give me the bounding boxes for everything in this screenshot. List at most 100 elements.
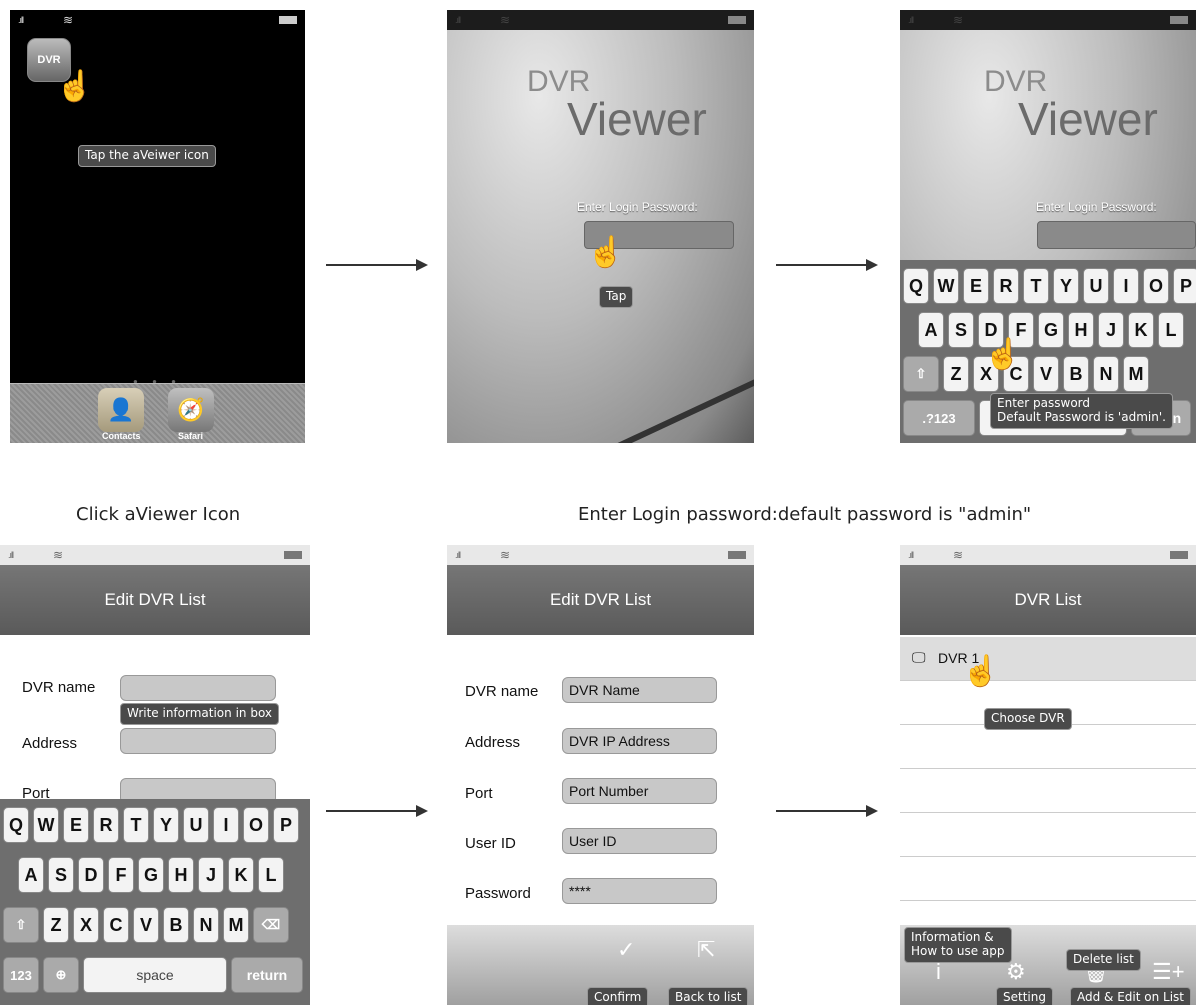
key-c[interactable]: C (103, 907, 129, 943)
contacts-label: Contacts (102, 431, 141, 441)
key-z[interactable]: Z (943, 356, 969, 392)
key-l[interactable]: L (258, 857, 284, 893)
nav-bar: Edit DVR List (447, 565, 754, 635)
globe-key-icon[interactable]: ⊕ (43, 957, 79, 993)
key-o[interactable]: O (243, 807, 269, 843)
wifi-icon: ≋ (500, 548, 511, 562)
info-tooltip-line-2: How to use app (911, 943, 1005, 958)
signal-icon: .ıll (455, 550, 461, 560)
keyboard-row-1: QWERTYUIOP (903, 268, 1196, 304)
wifi-icon: ≋ (953, 548, 964, 562)
key-n[interactable]: N (193, 907, 219, 943)
key-u[interactable]: U (1083, 268, 1109, 304)
key-a[interactable]: A (18, 857, 44, 893)
keyboard-row-3: ⇧ ZXCVBNM ⌫ (3, 907, 293, 943)
caption-login: Enter Login password:default password is… (578, 504, 1032, 525)
safari-app-icon[interactable]: 🧭 (168, 388, 214, 432)
key-g[interactable]: G (1038, 312, 1064, 348)
key-s[interactable]: S (48, 857, 74, 893)
gear-icon[interactable]: ⚙ (1006, 959, 1026, 985)
key-y[interactable]: Y (1053, 268, 1079, 304)
user-id-label: User ID (465, 835, 516, 852)
battery-icon (728, 551, 746, 559)
logo-viewer-text: Viewer (567, 93, 707, 145)
key-t[interactable]: T (123, 807, 149, 843)
address-label: Address (22, 735, 78, 752)
dvr-name-field[interactable]: DVR Name (562, 677, 717, 703)
dvr-name-field[interactable] (120, 675, 276, 701)
back-tooltip: Back to list (668, 987, 749, 1005)
key-z[interactable]: Z (43, 907, 69, 943)
list-item (900, 813, 1196, 857)
key-m[interactable]: M (1123, 356, 1149, 392)
password-input[interactable] (1037, 221, 1196, 249)
tooltip-line-1: Enter password (997, 396, 1090, 410)
space-key[interactable]: space (83, 957, 227, 993)
key-r[interactable]: R (93, 807, 119, 843)
key-e[interactable]: E (963, 268, 989, 304)
key-y[interactable]: Y (153, 807, 179, 843)
key-v[interactable]: V (133, 907, 159, 943)
list-item (900, 857, 1196, 901)
key-x[interactable]: X (73, 907, 99, 943)
key-h[interactable]: H (1068, 312, 1094, 348)
return-key[interactable]: return (231, 957, 303, 993)
key-b[interactable]: B (1063, 356, 1089, 392)
key-b[interactable]: B (163, 907, 189, 943)
number-mode-key[interactable]: 123 (3, 957, 39, 993)
keyboard-row-1: QWERTYUIOP (3, 807, 303, 843)
key-a[interactable]: A (918, 312, 944, 348)
key-p[interactable]: P (1173, 268, 1196, 304)
key-u[interactable]: U (183, 807, 209, 843)
list-item[interactable]: 🖵 DVR 1 (900, 637, 1196, 681)
user-id-field[interactable]: User ID (562, 828, 717, 854)
key-h[interactable]: H (168, 857, 194, 893)
edit-dvr-keyboard-screen: .ıll ≋ Edit DVR List DVR name Address Po… (0, 545, 310, 1005)
key-k[interactable]: K (228, 857, 254, 893)
key-p[interactable]: P (273, 807, 299, 843)
battery-icon (284, 551, 302, 559)
key-v[interactable]: V (1033, 356, 1059, 392)
key-g[interactable]: G (138, 857, 164, 893)
key-q[interactable]: Q (3, 807, 29, 843)
key-t[interactable]: T (1023, 268, 1049, 304)
shift-key[interactable]: ⇧ (903, 356, 939, 392)
key-e[interactable]: E (63, 807, 89, 843)
key-j[interactable]: J (1098, 312, 1124, 348)
key-d[interactable]: D (78, 857, 104, 893)
login-prompt: Enter Login Password: (1036, 200, 1157, 214)
setting-tooltip: Setting (996, 987, 1053, 1005)
key-i[interactable]: I (213, 807, 239, 843)
flow-arrow (326, 805, 428, 817)
key-w[interactable]: W (933, 268, 959, 304)
key-f[interactable]: F (108, 857, 134, 893)
key-s[interactable]: S (948, 312, 974, 348)
key-i[interactable]: I (1113, 268, 1139, 304)
address-field[interactable] (120, 728, 276, 754)
contacts-app-icon[interactable]: 👤 (98, 388, 144, 432)
key-l[interactable]: L (1158, 312, 1184, 348)
page-title: DVR List (1014, 590, 1082, 609)
key-o[interactable]: O (1143, 268, 1169, 304)
address-label: Address (465, 734, 521, 751)
share-icon[interactable]: ⇱ (697, 937, 715, 963)
key-k[interactable]: K (1128, 312, 1154, 348)
key-w[interactable]: W (33, 807, 59, 843)
check-icon[interactable]: ✓ (617, 937, 635, 963)
safari-label: Safari (178, 431, 204, 441)
page-title: Edit DVR List (549, 590, 652, 609)
key-m[interactable]: M (223, 907, 249, 943)
key-r[interactable]: R (993, 268, 1019, 304)
key-q[interactable]: Q (903, 268, 929, 304)
info-icon[interactable]: i (936, 959, 941, 985)
key-j[interactable]: J (198, 857, 224, 893)
password-field[interactable]: **** (562, 878, 717, 904)
add-list-icon[interactable]: ☰+ (1152, 959, 1185, 985)
port-field[interactable]: Port Number (562, 778, 717, 804)
number-mode-key[interactable]: .?123 (903, 400, 975, 436)
backspace-key[interactable]: ⌫ (253, 907, 289, 943)
shift-key[interactable]: ⇧ (3, 907, 39, 943)
nav-bar: Edit DVR List (0, 565, 310, 635)
address-field[interactable]: DVR IP Address (562, 728, 717, 754)
key-n[interactable]: N (1093, 356, 1119, 392)
